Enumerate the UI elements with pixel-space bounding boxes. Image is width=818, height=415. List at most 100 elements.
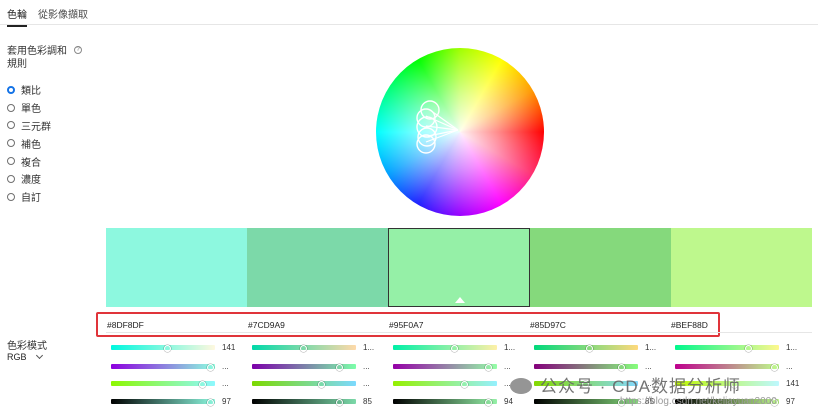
- slider-thumb[interactable]: [771, 363, 778, 371]
- slider-value: 97: [222, 397, 231, 406]
- tab-bar: 色輪 從影像擷取: [0, 0, 818, 27]
- slider-track[interactable]: [252, 363, 356, 371]
- slider-track[interactable]: [111, 380, 215, 388]
- slider-row: ...: [106, 362, 236, 371]
- color-mode-value: RGB: [7, 352, 27, 362]
- slider-thumb[interactable]: [199, 380, 206, 388]
- rule-compound[interactable]: 複合: [7, 152, 51, 170]
- slider-row: ...: [247, 379, 377, 388]
- slider-track[interactable]: [534, 344, 638, 352]
- swatch-4[interactable]: [530, 228, 672, 307]
- color-wheel[interactable]: [376, 48, 544, 216]
- slider-thumb[interactable]: [164, 344, 171, 352]
- slider-thumb[interactable]: [451, 344, 458, 352]
- slider-track[interactable]: [393, 363, 497, 371]
- slider-value: ...: [222, 379, 229, 388]
- slider-row: 94: [388, 397, 518, 406]
- slider-value: ...: [786, 362, 793, 371]
- rule-analogous[interactable]: 類比: [7, 81, 51, 99]
- wheel-handles: [416, 100, 459, 154]
- slider-row: 1...: [247, 343, 377, 352]
- rule-shades[interactable]: 濃度: [7, 170, 51, 188]
- slider-value: 141: [786, 379, 800, 388]
- rule-label: 單色: [21, 104, 41, 116]
- slider-track[interactable]: [111, 363, 215, 371]
- hex-value-1[interactable]: #8DF8DF: [107, 320, 144, 330]
- slider-value: 1...: [645, 343, 657, 352]
- wechat-icon: [510, 378, 532, 394]
- slider-thumb[interactable]: [336, 363, 343, 371]
- slider-value: 94: [504, 397, 513, 406]
- slider-track[interactable]: [534, 363, 638, 371]
- slider-track[interactable]: [111, 398, 215, 406]
- slider-thumb[interactable]: [318, 380, 325, 388]
- slider-track[interactable]: [675, 344, 779, 352]
- slider-track[interactable]: [393, 380, 497, 388]
- radio-shades[interactable]: [7, 174, 15, 183]
- slider-track[interactable]: [252, 380, 356, 388]
- slider-value: ...: [363, 379, 370, 388]
- hex-value-2[interactable]: #7CD9A9: [248, 320, 285, 330]
- slider-track[interactable]: [393, 344, 497, 352]
- slider-track[interactable]: [252, 398, 356, 406]
- rule-custom[interactable]: 自訂: [7, 188, 51, 206]
- swatch-5[interactable]: [671, 228, 812, 307]
- color-mode-select[interactable]: RGB: [7, 351, 43, 362]
- slider-track[interactable]: [393, 398, 497, 406]
- slider-thumb[interactable]: [485, 363, 492, 371]
- slider-row: 97: [106, 397, 236, 406]
- rule-monochromatic[interactable]: 單色: [7, 99, 51, 117]
- radio-monochromatic[interactable]: [7, 103, 15, 112]
- rule-label: 複合: [21, 157, 41, 169]
- hex-value-3[interactable]: #95F0A7: [389, 320, 424, 330]
- slider-thumb[interactable]: [745, 344, 752, 352]
- swatch-3-selected[interactable]: [387, 228, 531, 307]
- tab-color-wheel[interactable]: 色輪: [7, 6, 27, 27]
- harmony-rule-title: 套用色彩調和規則: [7, 46, 67, 70]
- hex-value-4[interactable]: #85D97C: [530, 320, 566, 330]
- slider-thumb[interactable]: [618, 363, 625, 371]
- rule-label: 濃度: [21, 175, 41, 187]
- slider-thumb[interactable]: [586, 344, 593, 352]
- slider-row: 1...: [388, 343, 518, 352]
- swatch-2[interactable]: [246, 228, 388, 307]
- slider-thumb[interactable]: [300, 344, 307, 352]
- radio-complementary[interactable]: [7, 139, 15, 148]
- radio-custom[interactable]: [7, 192, 15, 201]
- slider-value: ...: [363, 362, 370, 371]
- slider-thumb[interactable]: [336, 398, 343, 406]
- slider-row: 1...: [529, 343, 659, 352]
- slider-row: 1...: [670, 343, 800, 352]
- slider-value: 1...: [363, 343, 375, 352]
- rule-label: 三元群: [21, 121, 51, 133]
- radio-triad[interactable]: [7, 121, 15, 130]
- slider-value: 97: [786, 397, 795, 406]
- slider-thumb[interactable]: [207, 398, 214, 406]
- tab-extract-from-image[interactable]: 從影像擷取: [38, 6, 88, 21]
- slider-row: ...: [106, 379, 236, 388]
- slider-track[interactable]: [111, 344, 215, 352]
- rule-label: 類比: [21, 86, 41, 98]
- slider-thumb[interactable]: [207, 363, 214, 371]
- slider-thumb[interactable]: [461, 380, 468, 388]
- wheel-handle: [416, 134, 436, 154]
- watermark-text: 公众号 · CDA数据分析师: [540, 377, 741, 396]
- color-swatches: [106, 228, 812, 307]
- swatch-1[interactable]: [106, 228, 247, 307]
- harmony-rule-list: 類比 單色 三元群 補色 複合 濃度 自訂: [7, 81, 51, 206]
- slider-row: ...: [247, 362, 377, 371]
- help-icon[interactable]: ?: [74, 46, 82, 54]
- chevron-down-icon: [35, 351, 43, 360]
- radio-analogous[interactable]: [7, 85, 15, 94]
- watermark-url: https://blog.csdn.net/keliayuan2000: [620, 396, 777, 407]
- slider-value: 1...: [504, 343, 516, 352]
- hex-value-5[interactable]: #BEF88D: [671, 320, 708, 330]
- rule-triad[interactable]: 三元群: [7, 117, 51, 135]
- rule-complementary[interactable]: 補色: [7, 134, 51, 152]
- slider-track[interactable]: [252, 344, 356, 352]
- radio-compound[interactable]: [7, 157, 15, 166]
- slider-value: ...: [645, 362, 652, 371]
- slider-track[interactable]: [675, 363, 779, 371]
- slider-thumb[interactable]: [485, 398, 492, 406]
- slider-value: 1...: [786, 343, 798, 352]
